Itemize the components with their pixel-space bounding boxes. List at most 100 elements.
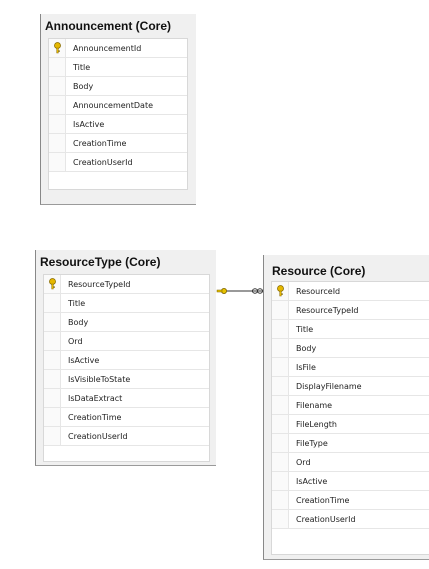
column-row[interactable]: AnnouncementDate: [49, 96, 187, 115]
row-selector: [272, 453, 289, 471]
column-name: FileType: [296, 438, 328, 448]
column-row[interactable]: Filename: [272, 396, 429, 415]
column-grid: AnnouncementId Title Body AnnouncementDa…: [48, 38, 188, 190]
column-name: Body: [73, 81, 94, 91]
table-title: Announcement (Core): [45, 19, 171, 33]
column-row-primary-key[interactable]: AnnouncementId: [49, 39, 187, 58]
row-selector: [44, 275, 61, 293]
row-selector: [49, 77, 66, 95]
row-selector: [272, 301, 289, 319]
column-name: AnnouncementId: [73, 43, 142, 53]
row-selector: [272, 434, 289, 452]
column-name: CreationTime: [73, 138, 127, 148]
row-selector: [49, 58, 66, 76]
column-name: IsActive: [68, 355, 100, 365]
key-icon: [48, 278, 56, 290]
column-name: Ord: [296, 457, 311, 467]
row-selector: [49, 96, 66, 114]
column-name: Ord: [68, 336, 83, 346]
key-icon: [276, 285, 284, 297]
column-name: IsActive: [73, 119, 105, 129]
row-selector: [49, 134, 66, 152]
column-grid: ResourceId ResourceTypeId Title Body IsF…: [271, 281, 429, 555]
row-selector: [272, 282, 289, 300]
column-name: CreationUserId: [296, 514, 356, 524]
relationship-connector[interactable]: [214, 284, 266, 298]
column-row-primary-key[interactable]: ResourceTypeId: [44, 275, 209, 294]
row-selector: [272, 396, 289, 414]
column-row[interactable]: CreationTime: [44, 408, 209, 427]
row-selector: [272, 320, 289, 338]
column-row[interactable]: IsActive: [49, 115, 187, 134]
column-row-primary-key[interactable]: ResourceId: [272, 282, 429, 301]
row-selector: [44, 408, 61, 426]
column-row[interactable]: IsVisibleToState: [44, 370, 209, 389]
column-row[interactable]: CreationUserId: [49, 153, 187, 172]
table-title: Resource (Core): [272, 264, 366, 278]
column-name: FileLength: [296, 419, 337, 429]
column-name: IsActive: [296, 476, 328, 486]
column-row[interactable]: Title: [44, 294, 209, 313]
column-row[interactable]: FileLength: [272, 415, 429, 434]
key-icon: [216, 288, 227, 294]
column-name: Title: [73, 62, 91, 72]
row-selector: [272, 510, 289, 528]
column-name: ResourceId: [296, 286, 341, 296]
row-selector: [44, 313, 61, 331]
row-selector: [44, 294, 61, 312]
column-name: CreationTime: [296, 495, 350, 505]
table-resource-type[interactable]: ResourceType (Core) ResourceTypeId Title…: [35, 250, 216, 466]
column-name: ResourceTypeId: [296, 305, 359, 315]
column-name: IsVisibleToState: [68, 374, 131, 384]
column-name: CreationUserId: [73, 157, 133, 167]
key-icon: [53, 42, 61, 54]
column-name: IsDataExtract: [68, 393, 123, 403]
column-name: ResourceTypeId: [68, 279, 131, 289]
column-name: CreationUserId: [68, 431, 128, 441]
row-selector: [272, 339, 289, 357]
column-row[interactable]: Body: [44, 313, 209, 332]
row-selector: [272, 358, 289, 376]
row-selector: [272, 472, 289, 490]
column-row[interactable]: CreationUserId: [272, 510, 429, 529]
column-row[interactable]: CreationUserId: [44, 427, 209, 446]
column-row[interactable]: IsDataExtract: [44, 389, 209, 408]
column-row[interactable]: DisplayFilename: [272, 377, 429, 396]
column-row[interactable]: IsActive: [272, 472, 429, 491]
column-row[interactable]: Ord: [44, 332, 209, 351]
column-name: Title: [68, 298, 86, 308]
row-selector: [49, 115, 66, 133]
column-grid: ResourceTypeId Title Body Ord IsActive I…: [43, 274, 210, 462]
row-selector: [44, 389, 61, 407]
column-name: Filename: [296, 400, 333, 410]
column-row[interactable]: ResourceTypeId: [272, 301, 429, 320]
column-name: AnnouncementDate: [73, 100, 154, 110]
table-announcement[interactable]: Announcement (Core) AnnouncementId Title…: [40, 14, 196, 205]
column-row[interactable]: Title: [49, 58, 187, 77]
column-name: DisplayFilename: [296, 381, 362, 391]
column-row[interactable]: CreationTime: [272, 491, 429, 510]
row-selector: [272, 491, 289, 509]
column-name: Body: [296, 343, 317, 353]
column-name: Body: [68, 317, 89, 327]
column-row[interactable]: Title: [272, 320, 429, 339]
column-name: IsFile: [296, 362, 316, 372]
column-name: Title: [296, 324, 314, 334]
row-selector: [49, 39, 66, 57]
column-row[interactable]: FileType: [272, 434, 429, 453]
column-row[interactable]: IsFile: [272, 358, 429, 377]
row-selector: [272, 377, 289, 395]
column-row[interactable]: IsActive: [44, 351, 209, 370]
row-selector: [44, 427, 61, 445]
row-selector: [49, 153, 66, 171]
row-selector: [44, 370, 61, 388]
column-row[interactable]: Ord: [272, 453, 429, 472]
table-resource[interactable]: Resource (Core) ResourceId ResourceTypeI…: [263, 255, 429, 560]
column-row[interactable]: CreationTime: [49, 134, 187, 153]
row-selector: [272, 415, 289, 433]
column-row[interactable]: Body: [272, 339, 429, 358]
row-selector: [44, 351, 61, 369]
column-row[interactable]: Body: [49, 77, 187, 96]
row-selector: [44, 332, 61, 350]
table-title: ResourceType (Core): [40, 255, 161, 269]
